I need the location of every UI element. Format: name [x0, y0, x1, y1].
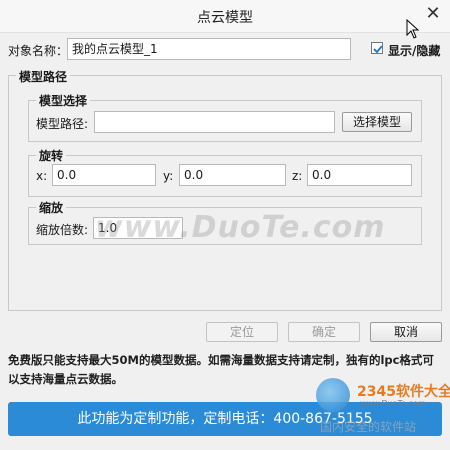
rotation-group-title: 旋转 [36, 147, 67, 164]
ok-button[interactable]: 确定 [288, 322, 360, 342]
choose-model-button[interactable]: 选择模型 [342, 112, 412, 132]
locate-button[interactable]: 定位 [206, 322, 278, 342]
scale-factor-label: 缩放倍数: [36, 223, 89, 237]
model-path-label: 模型路径: [36, 117, 89, 131]
mouse-cursor-icon [406, 19, 420, 39]
object-name-label: 对象名称： [8, 44, 69, 58]
model-path-input[interactable] [94, 111, 335, 133]
rotation-x-label: x: [36, 169, 48, 183]
cancel-button[interactable]: 取消 [370, 322, 442, 342]
rotation-y-label: y: [163, 169, 174, 183]
window-title: 点云模型 [197, 10, 253, 26]
rotation-z-input[interactable]: 0.0 [307, 164, 412, 186]
close-icon[interactable]: ✕ [422, 3, 444, 25]
show-hide-checkbox[interactable] [371, 42, 383, 54]
model-path-group-title: 模型路径 [16, 68, 71, 85]
logo-tagline-text: 国内安全的软件站 [320, 420, 417, 434]
model-select-group-title: 模型选择 [36, 92, 91, 109]
checkmark-icon [373, 45, 383, 54]
rotation-y-input[interactable]: 0.0 [179, 164, 286, 186]
rotation-z-label: z: [292, 169, 303, 183]
rotation-x-input[interactable]: 0.0 [52, 164, 156, 186]
logo-2345-icon [316, 378, 350, 412]
logo-url-text: www.DuoTe.com [360, 399, 426, 408]
show-hide-label[interactable]: 显示/隐藏 [388, 42, 440, 59]
title-bar: 点云模型 ✕ [0, 0, 450, 33]
scale-group-title: 缩放 [36, 199, 67, 216]
object-name-input[interactable]: 我的点云模型_1 [67, 38, 351, 60]
watermark-site: www.DuoTe.com [95, 210, 386, 245]
logo-2345-text: 2345软件大全 [357, 384, 450, 400]
